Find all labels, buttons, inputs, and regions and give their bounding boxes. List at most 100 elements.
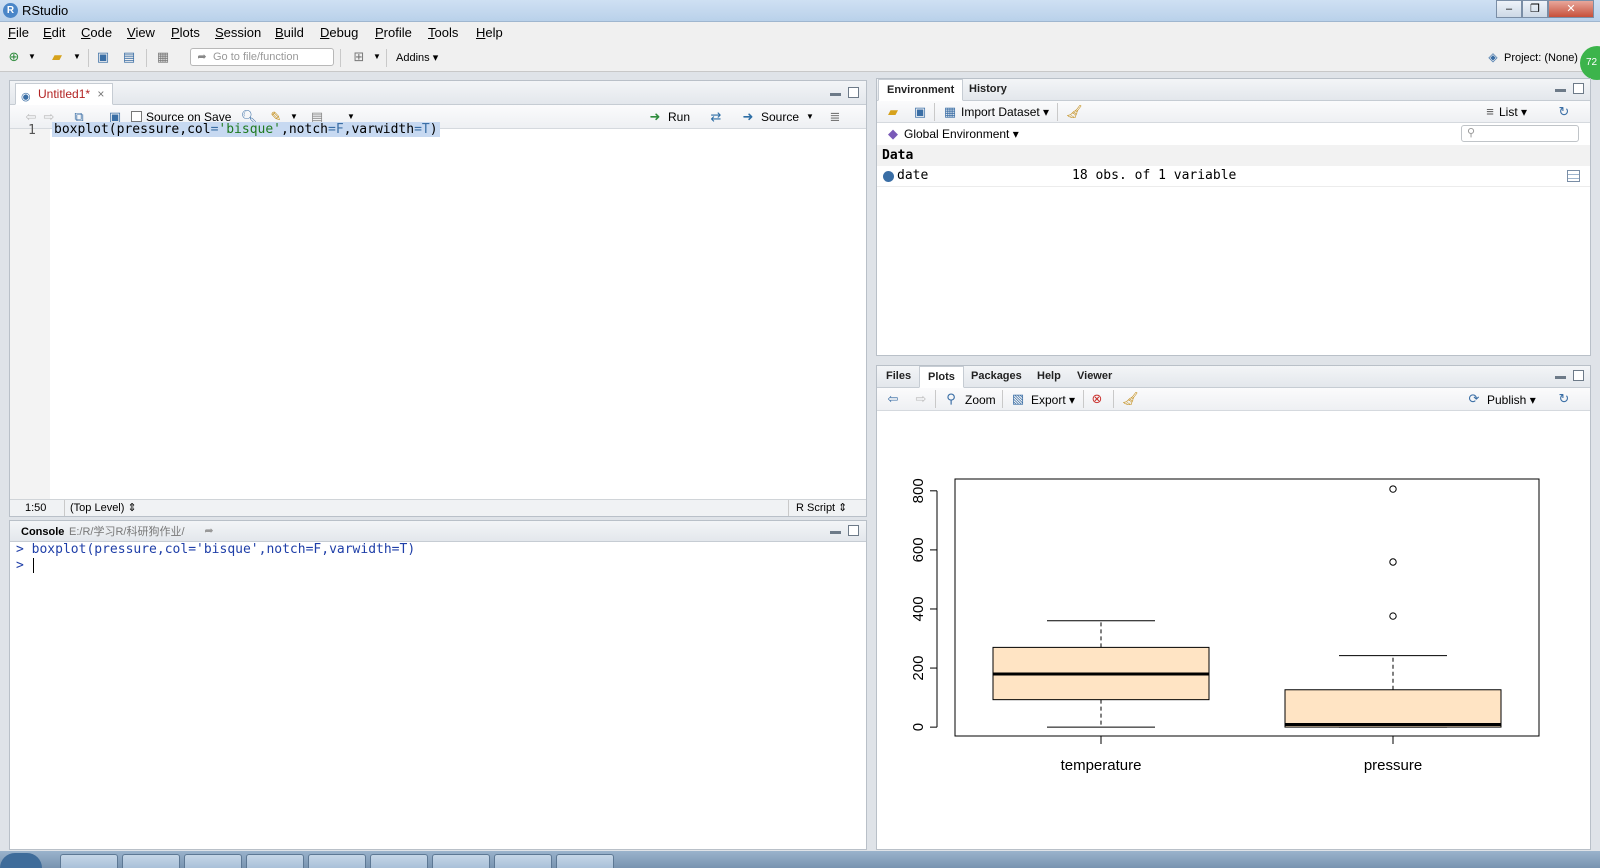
list-view-selector[interactable]: List ▾ [1499,104,1527,120]
env-row[interactable]: date 18 obs. of 1 variable [877,166,1590,187]
global-environment-selector[interactable]: Global Environment ▾ [904,126,1019,142]
run-button[interactable]: Run [668,109,690,125]
maximize-pane-icon[interactable] [848,87,859,98]
console-pane: Console E:/R/学习R/科研狗作业/ ➦ > boxplot(pres… [9,520,867,850]
taskbar-item[interactable] [370,854,428,868]
menu-edit[interactable]: Edit [43,25,65,40]
new-file-dropdown-icon[interactable]: ▼ [23,49,41,65]
scope-selector[interactable]: (Top Level) ⇕ [70,500,137,516]
save-workspace-icon[interactable]: ▣ [911,104,929,120]
console-tab[interactable]: Console [21,524,64,540]
source-on-save-checkbox[interactable] [131,111,142,122]
tab-untitled1[interactable]: ◉ Untitled1* × [15,83,114,105]
open-file-icon[interactable]: ▰ [48,49,66,65]
document-outline-icon[interactable]: ≣ [826,109,844,125]
refresh-plot-icon[interactable]: ↻ [1555,391,1573,407]
tab-viewer[interactable]: Viewer [1069,366,1120,388]
menu-debug[interactable]: Debug [320,25,358,40]
tab-plots[interactable]: Plots [919,366,964,388]
refresh-env-icon[interactable]: ↻ [1555,104,1573,120]
taskbar-item[interactable] [184,854,242,868]
console-line-1: > boxplot(pressure,col='bisque',notch=F,… [16,542,416,557]
source-dropdown-icon[interactable]: ▼ [801,109,819,125]
windows-taskbar [0,851,1600,868]
taskbar-item[interactable] [308,854,366,868]
menu-help[interactable]: Help [476,25,503,40]
close-tab-icon[interactable]: × [97,87,104,101]
r-file-icon: ◉ [21,91,31,103]
remove-plot-icon[interactable]: ⊗ [1088,391,1106,407]
minimize-env-icon[interactable] [1555,89,1566,92]
print-icon[interactable]: ▦ [154,49,172,65]
export-button[interactable]: Export ▾ [1031,392,1075,408]
load-workspace-icon[interactable]: ▰ [884,104,902,120]
zoom-button[interactable]: Zoom [965,392,996,408]
menu-session[interactable]: Session [215,25,261,40]
tab-history[interactable]: History [961,79,1015,101]
status-separator [788,500,789,516]
run-arrow-icon: ➜ [649,109,661,124]
menu-profile[interactable]: Profile [375,25,412,40]
toolbar-separator [146,49,147,67]
clear-plots-broom-icon[interactable]: 🧹︎ [1121,391,1139,407]
previous-plot-icon[interactable]: ⇦ [884,391,902,407]
env-scope-bar: ◆ Global Environment ▾ ⚲ [877,123,1590,145]
view-data-grid-icon[interactable] [1567,170,1580,182]
menu-tools[interactable]: Tools [428,25,458,40]
source-button[interactable]: Source [761,109,799,125]
import-dataset-button[interactable]: Import Dataset ▾ [961,104,1049,120]
start-button[interactable] [0,853,42,868]
toolbar-separator [1113,390,1114,408]
panes-dropdown-icon[interactable]: ▼ [368,49,386,65]
maximize-window-button[interactable]: ❐ [1522,0,1548,18]
menu-file[interactable]: File [8,25,29,40]
taskbar-item[interactable] [60,854,118,868]
go-to-directory-icon[interactable]: ➦ [200,523,218,539]
close-window-button[interactable]: ✕ [1548,0,1594,18]
taskbar-item[interactable] [432,854,490,868]
tab-files[interactable]: Files [878,366,919,388]
rerun-icon[interactable]: ⇄ [707,109,725,125]
taskbar-item[interactable] [246,854,304,868]
taskbar-item[interactable] [494,854,552,868]
menu-plots[interactable]: Plots [171,25,200,40]
tab-packages[interactable]: Packages [963,366,1030,388]
console-prompt[interactable]: > [16,558,42,573]
toolbar-separator [340,49,341,67]
save-icon[interactable]: ▣ [94,49,112,65]
maximize-console-icon[interactable] [848,525,859,536]
tab-environment[interactable]: Environment [878,79,964,101]
maximize-env-icon[interactable] [1573,83,1584,94]
minimize-plots-icon[interactable] [1555,376,1566,379]
new-file-icon[interactable]: ⊕ [5,49,23,65]
taskbar-item[interactable] [556,854,614,868]
minimize-console-icon[interactable] [830,531,841,534]
x-tick-label: temperature [1061,757,1142,774]
tab-help[interactable]: Help [1029,366,1069,388]
menu-view[interactable]: View [127,25,155,40]
minimize-pane-icon[interactable] [830,93,841,96]
boxplot-chart: 0 200 400 600 800 temperature pressure [910,478,1540,774]
maximize-plots-icon[interactable] [1573,370,1584,381]
file-type-selector[interactable]: R Script ⇕ [796,500,847,516]
env-search-input[interactable]: ⚲ [1461,125,1579,142]
open-recent-dropdown-icon[interactable]: ▼ [68,49,86,65]
save-all-icon[interactable]: ▤ [120,49,138,65]
publish-button[interactable]: Publish ▾ [1487,392,1536,408]
env-toolbar: ▰ ▣ ▦ Import Dataset ▾ 🧹︎ ≡ List ▾ ↻ [877,101,1590,123]
next-plot-icon[interactable]: ⇨ [912,391,930,407]
menu-build[interactable]: Build [275,25,304,40]
project-menu[interactable]: Project: (None) [1504,50,1578,66]
taskbar-item[interactable] [122,854,180,868]
export-icon: ▧ [1011,391,1025,406]
clear-workspace-broom-icon[interactable]: 🧹︎ [1065,104,1083,120]
go-to-file-input[interactable]: Go to file/function [190,48,334,66]
y-tick-label: 0 [910,723,927,731]
addins-menu[interactable]: Addins ▾ [396,50,438,66]
expand-row-icon[interactable] [883,171,894,182]
menu-code[interactable]: Code [81,25,112,40]
workspace-panes-icon[interactable]: ⊞ [350,49,368,65]
y-tick-label: 600 [910,537,927,562]
code-line[interactable]: boxplot(pressure,col='bisque',notch=F,va… [52,122,440,137]
minimize-window-button[interactable]: – [1496,0,1522,18]
